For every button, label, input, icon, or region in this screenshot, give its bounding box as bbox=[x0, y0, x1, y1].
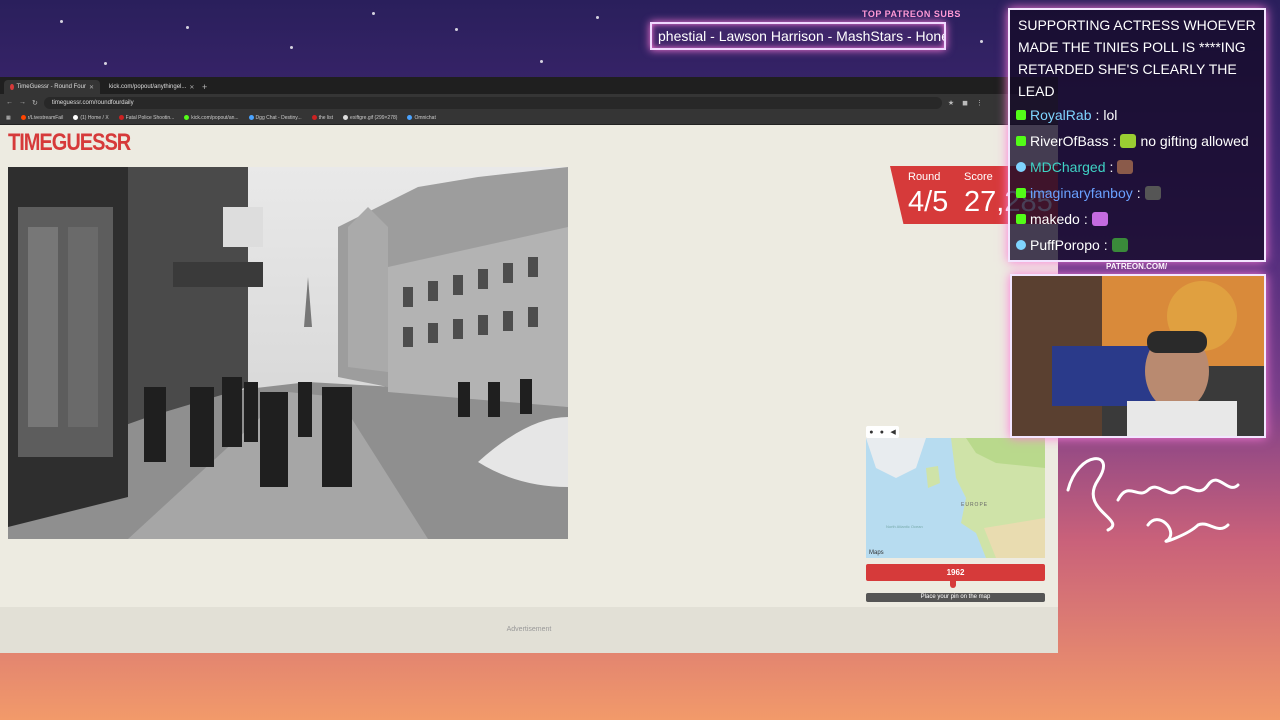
kick-icon bbox=[184, 115, 190, 120]
youtube-icon bbox=[311, 115, 317, 120]
bookmark-label: exiftgre.gif (299×278) bbox=[350, 114, 398, 121]
street-scene-image bbox=[8, 167, 568, 539]
bookmark-item[interactable]: the list bbox=[311, 114, 334, 121]
round-label: Round bbox=[908, 171, 941, 183]
emote-icon bbox=[1144, 186, 1161, 200]
bookmark-item[interactable]: Omnichat bbox=[407, 114, 436, 121]
top-patreon-names: phestial - Lawson Harrison - MashStars -… bbox=[650, 22, 946, 50]
chat-message: makedo: bbox=[1010, 206, 1264, 232]
tab-label: kick.com/popout/anythingel... bbox=[109, 84, 187, 90]
score-label: Score bbox=[964, 171, 993, 183]
emote-icon bbox=[1091, 212, 1108, 226]
round-value: 4/5 bbox=[908, 186, 949, 218]
timeguessr-logo[interactable]: TIMEGUESSR bbox=[8, 130, 131, 158]
maps-attribution-label: Maps bbox=[869, 550, 884, 556]
bookmark-label: Omnichat bbox=[414, 114, 436, 121]
reddit-icon bbox=[20, 115, 26, 120]
bookmark-label: Dgg Chat - Destiny... bbox=[255, 114, 302, 121]
year-slider-handle[interactable] bbox=[950, 580, 956, 588]
map-label-europe: EUROPE bbox=[961, 502, 989, 508]
browser-window: TimeGuessr - Round Four ✕ kick.com/popou… bbox=[0, 77, 1058, 653]
bookmark-label: (1) Home / X bbox=[80, 114, 109, 121]
bookmark-star-icon[interactable]: ★ bbox=[948, 99, 954, 107]
url-field[interactable]: timeguessr.com/roundfourdaily bbox=[43, 96, 942, 109]
guess-map[interactable]: EUROPE North Atlantic Ocean Maps bbox=[866, 438, 1045, 558]
bookmarks-bar: ▦ r/LivestreamFail (1) Home / X Fatal Po… bbox=[0, 111, 1058, 125]
bookmark-item[interactable]: r/LivestreamFail bbox=[20, 114, 64, 121]
tab-bar: TimeGuessr - Round Four ✕ kick.com/popou… bbox=[0, 77, 1058, 94]
stream-chat: SUPPORTING ACTRESS WHOEVER MADE THE TINI… bbox=[1008, 8, 1266, 262]
chat-message: imaginaryfanboy: bbox=[1010, 180, 1264, 206]
bookmark-label: r/LivestreamFail bbox=[27, 114, 64, 121]
close-tab-icon[interactable]: ✕ bbox=[89, 84, 94, 91]
chat-username: RiverOfBass bbox=[1030, 133, 1109, 149]
maps-attribution: Maps bbox=[869, 550, 884, 556]
kick-badge-icon bbox=[1016, 110, 1026, 120]
tab-timeguessr[interactable]: TimeGuessr - Round Four ✕ bbox=[4, 80, 100, 94]
emote-icon bbox=[1120, 134, 1137, 148]
chat-username: makedo bbox=[1030, 211, 1080, 227]
x-icon bbox=[73, 115, 79, 120]
webcam-feed bbox=[1010, 274, 1266, 438]
place-pin-button[interactable]: Place your pin on the map bbox=[866, 593, 1045, 602]
new-tab-button[interactable]: + bbox=[196, 80, 213, 94]
kick-badge-icon bbox=[1016, 188, 1026, 198]
world-map-image bbox=[866, 438, 1045, 558]
patreon-url: PATREON.COM/ bbox=[1106, 262, 1168, 271]
close-tab-icon[interactable]: ✕ bbox=[189, 84, 194, 91]
bookmark-label: Fatal Police Shootin... bbox=[125, 114, 175, 121]
advertisement: Advertisement bbox=[0, 607, 1058, 653]
forward-icon[interactable]: → bbox=[19, 99, 26, 106]
map-controls: ● ● ◀ bbox=[866, 426, 899, 438]
bookmark-item[interactable]: exiftgre.gif (299×278) bbox=[343, 115, 397, 121]
chat-username: MDCharged bbox=[1030, 159, 1106, 175]
back-icon[interactable]: ← bbox=[6, 99, 13, 106]
chat-username: imaginaryfanboy bbox=[1030, 185, 1133, 201]
badge-icon bbox=[1016, 162, 1026, 172]
chat-message: PuffPoropo: bbox=[1010, 232, 1264, 258]
round-photo[interactable] bbox=[8, 167, 568, 539]
emote-icon bbox=[1117, 160, 1134, 174]
timeguessr-page: TIMEGUESSR Round 4/5 Score ● ● ◀ EUROPE … bbox=[0, 125, 1058, 653]
bookmark-item[interactable]: Dgg Chat - Destiny... bbox=[248, 114, 302, 121]
kick-badge-icon bbox=[1016, 136, 1026, 146]
zoom-in-icon[interactable]: ● bbox=[880, 429, 884, 436]
bookmark-item[interactable]: Fatal Police Shootin... bbox=[118, 114, 175, 121]
kick-badge-icon bbox=[1016, 214, 1026, 224]
timeguessr-favicon-icon bbox=[10, 84, 14, 90]
bookmark-item[interactable]: kick.com/popout/an... bbox=[184, 114, 239, 121]
pinned-message: SUPPORTING ACTRESS WHOEVER MADE THE TINI… bbox=[1018, 17, 1256, 99]
something-else-signature-logo bbox=[1066, 457, 1240, 543]
map-label-ocean: North Atlantic Ocean bbox=[886, 524, 923, 529]
zoom-out-icon[interactable]: ● bbox=[869, 429, 873, 436]
menu-icon[interactable]: ⋮ bbox=[976, 99, 983, 107]
omnichat-icon bbox=[407, 115, 413, 120]
extension-icon[interactable]: ◼ bbox=[962, 99, 968, 107]
youtube-icon bbox=[118, 115, 124, 120]
badge-icon bbox=[1016, 240, 1026, 250]
bookmark-item[interactable]: (1) Home / X bbox=[73, 114, 109, 121]
emote-icon bbox=[1111, 238, 1128, 252]
bookmark-label: the list bbox=[318, 114, 334, 121]
top-patreon-label: TOP PATREON SUBS bbox=[862, 9, 961, 19]
chat-message: MDCharged: bbox=[1010, 154, 1264, 180]
chat-text: lol bbox=[1103, 107, 1118, 123]
webcam-image bbox=[1012, 276, 1264, 436]
bookmark-label: kick.com/popout/an... bbox=[191, 114, 239, 121]
apps-icon[interactable]: ▦ bbox=[6, 115, 11, 121]
expand-icon[interactable]: ◀ bbox=[890, 428, 895, 436]
address-bar-row: ← → ↻ timeguessr.com/roundfourdaily ★ ◼ … bbox=[0, 94, 1058, 111]
tab-kick[interactable]: kick.com/popout/anythingel... ✕ bbox=[100, 80, 196, 94]
chat-text: no gifting allowed bbox=[1140, 133, 1249, 149]
chat-username: PuffPoropo bbox=[1030, 237, 1100, 253]
dgg-icon bbox=[248, 115, 254, 120]
tab-label: TimeGuessr - Round Four bbox=[16, 84, 86, 90]
chat-message: RiverOfBass: no gifting allowed bbox=[1010, 128, 1264, 154]
chat-message: RoyalRab: lol bbox=[1010, 102, 1264, 128]
year-slider[interactable]: 1962 bbox=[866, 564, 1045, 581]
chat-username: RoyalRab bbox=[1030, 107, 1092, 123]
image-icon bbox=[343, 115, 349, 120]
reload-icon[interactable]: ↻ bbox=[32, 99, 38, 107]
